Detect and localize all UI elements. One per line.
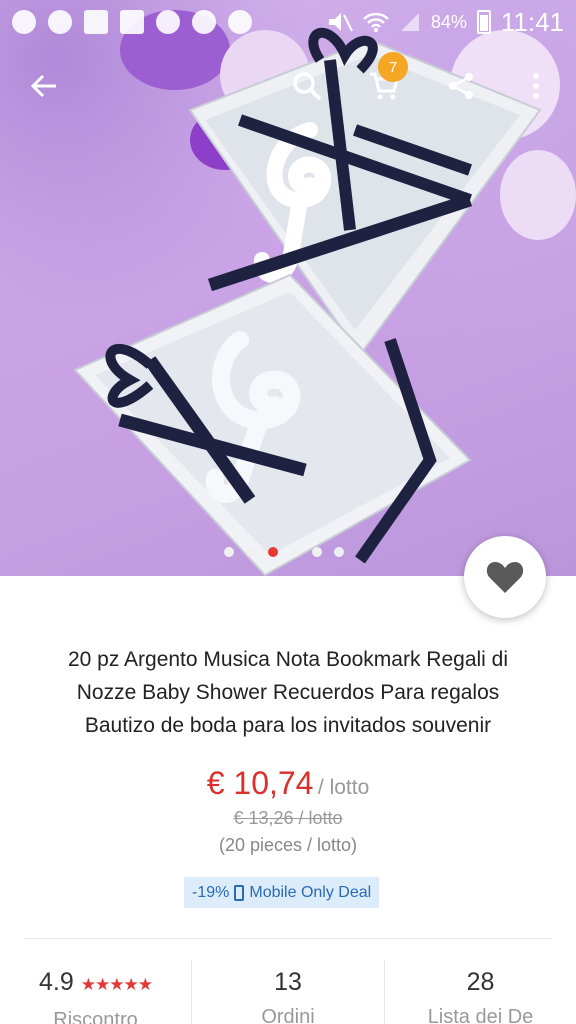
product-title-line: 20 pz Argento Musica Nota Bookmark Regal… [67, 648, 509, 671]
wishlist-value: 28 [466, 968, 495, 996]
product-title-line: Bautizo de boda para los invitados souve… [84, 714, 492, 737]
wishlist-label: Lista dei De [427, 1006, 534, 1024]
page-dot[interactable] [224, 547, 234, 557]
mute-icon [328, 13, 353, 32]
cart-count-badge: 7 [378, 52, 408, 82]
orders-label: Ordini [261, 1006, 315, 1024]
price-unit: / lotto [317, 776, 370, 799]
page-dot-active[interactable] [268, 547, 278, 557]
battery-percent: 84% [430, 11, 467, 32]
deal-label: Mobile Only Deal [249, 883, 372, 901]
clock: 11:41 [500, 6, 564, 37]
price-row: € 10,74 / lotto [0, 765, 576, 802]
mobile-deal-badge: -19% Mobile Only Deal [184, 877, 380, 908]
share-icon [449, 73, 473, 99]
discount-percent: -19% [192, 883, 230, 901]
lot-size: (20 pieces / lotto) [218, 835, 358, 855]
rating-stars: ★★★★★ [80, 975, 153, 994]
divider [24, 938, 552, 939]
product-stats: 4.9 ★★★★★ Riscontro 13 Ordini 28 Lista d… [0, 960, 576, 1024]
orders-value: 13 [274, 968, 302, 996]
notification-icon [12, 10, 36, 34]
share-button[interactable] [437, 62, 485, 110]
top-toolbar [0, 56, 576, 116]
heart-icon [486, 562, 524, 593]
rating-value: 4.9 [39, 968, 74, 996]
signal-icon [400, 13, 419, 31]
notification-icon [228, 10, 252, 34]
page-dot[interactable] [246, 547, 256, 557]
status-bar: 84% 11:41 [0, 0, 576, 44]
original-price: € 13,26 / lotto [233, 808, 343, 828]
image-icon [84, 10, 108, 34]
current-price: € 10,74 [206, 765, 314, 801]
back-button[interactable] [20, 62, 68, 110]
page-dot[interactable] [312, 547, 322, 557]
product-title-line: Nozze Baby Shower Recuerdos Para regalos [76, 681, 500, 704]
product-image-gallery[interactable]: 84% 11:41 7 [0, 0, 576, 576]
notification-icon [192, 10, 216, 34]
notification-icon [48, 10, 72, 34]
more-vert-icon [533, 73, 539, 99]
wishlist-stat[interactable]: 28 Lista dei De [384, 960, 576, 1024]
rating-stat[interactable]: 4.9 ★★★★★ Riscontro [0, 960, 191, 1024]
add-to-wishlist-button[interactable] [464, 536, 546, 618]
phone-icon [234, 884, 245, 901]
message-icon [120, 10, 144, 34]
page-dot[interactable] [334, 547, 344, 557]
page-dot[interactable] [290, 547, 300, 557]
arrow-left-icon [30, 74, 56, 98]
notification-icon [156, 10, 180, 34]
product-title: 20 pz Argento Musica Nota Bookmark Regal… [20, 643, 556, 742]
search-icon [293, 72, 322, 101]
search-button[interactable] [283, 62, 331, 110]
more-options-button[interactable] [514, 62, 558, 110]
battery-icon [476, 10, 491, 34]
gallery-pagination [224, 547, 344, 557]
notification-icons [12, 10, 252, 34]
orders-stat[interactable]: 13 Ordini [191, 960, 384, 1024]
rating-label: Riscontro [53, 1009, 138, 1024]
wifi-icon [362, 12, 389, 32]
